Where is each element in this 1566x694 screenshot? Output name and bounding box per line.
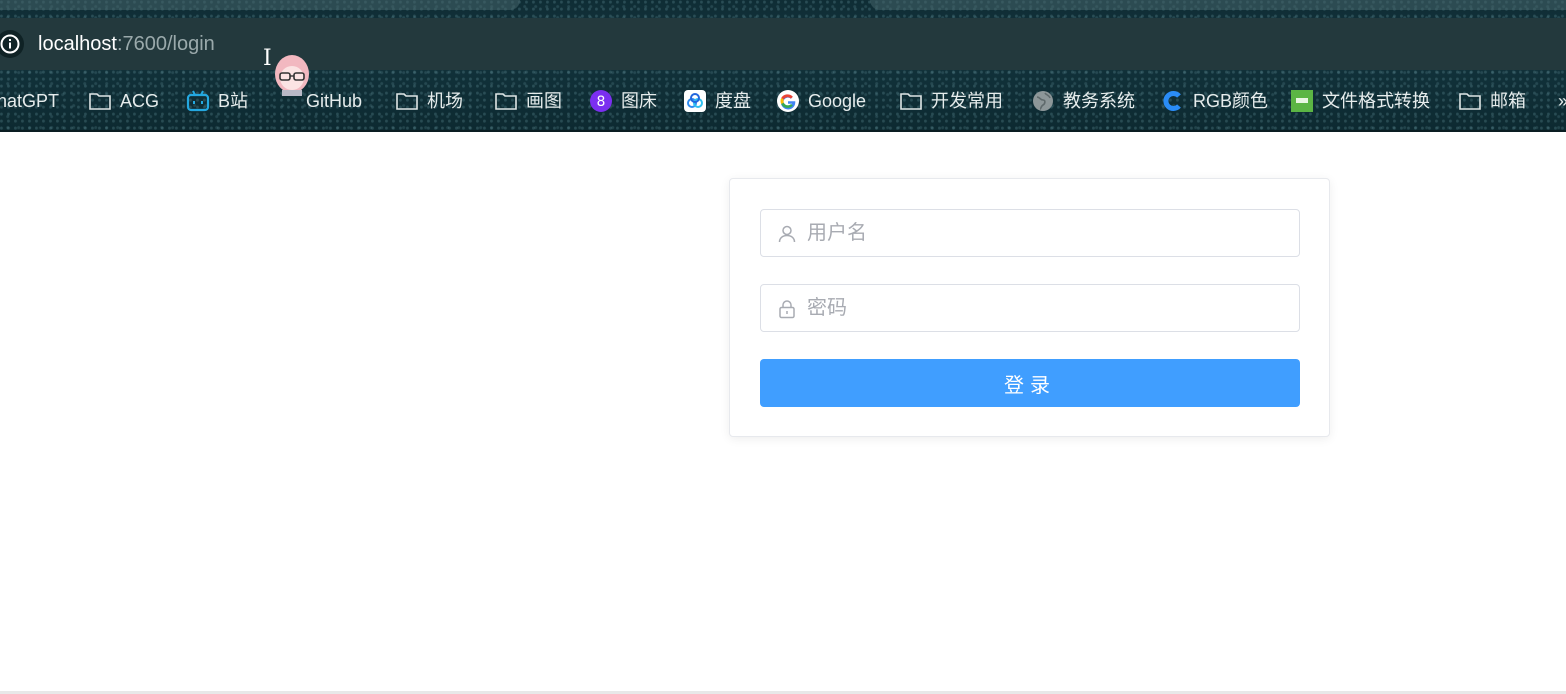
bookmark-chatgpt[interactable]: hatGPT bbox=[0, 84, 59, 118]
bookmark-mailbox[interactable]: 邮箱 bbox=[1458, 84, 1526, 118]
bookmark-drawing[interactable]: 画图 bbox=[494, 84, 562, 118]
bookmark-github[interactable]: GitHub bbox=[274, 84, 362, 118]
green-square-icon bbox=[1290, 89, 1314, 113]
svg-text:8: 8 bbox=[597, 94, 606, 110]
bookmark-label: hatGPT bbox=[0, 91, 60, 111]
bookmark-label: RGB颜色 bbox=[1193, 91, 1269, 111]
browser-chrome: localhost:7600/login I hatGPT ACG B站 Git… bbox=[0, 0, 1566, 132]
url-path: :7600/login bbox=[116, 33, 215, 55]
bookmark-label: 画图 bbox=[526, 91, 562, 111]
user-icon bbox=[778, 225, 796, 243]
username-input[interactable] bbox=[807, 210, 1287, 256]
bookmark-acg[interactable]: ACG bbox=[88, 84, 159, 118]
bookmark-label: ACG bbox=[120, 91, 160, 111]
bookmarks-overflow-button[interactable]: » bbox=[1558, 84, 1566, 118]
purple-badge-icon: 8 bbox=[589, 89, 613, 113]
password-field[interactable] bbox=[760, 284, 1300, 332]
bookmark-label: Google bbox=[808, 91, 867, 111]
bilibili-icon bbox=[186, 89, 210, 113]
folder-icon bbox=[395, 89, 419, 113]
baidu-pan-icon bbox=[683, 89, 707, 113]
bookmark-label: 图床 bbox=[621, 91, 657, 111]
tab-active[interactable] bbox=[0, 0, 520, 10]
bookmarks-bar: hatGPT ACG B站 GitHub 机场 画图 8 图床 度盘 Googl… bbox=[0, 84, 1566, 118]
google-icon bbox=[776, 89, 800, 113]
login-button[interactable]: 登录 bbox=[760, 359, 1300, 407]
username-field[interactable] bbox=[760, 209, 1300, 257]
login-card: 登录 bbox=[729, 178, 1330, 437]
address-bar[interactable]: localhost:7600/login bbox=[0, 18, 1566, 70]
tab-inactive[interactable] bbox=[870, 0, 1566, 10]
bookmark-image-host[interactable]: 8 图床 bbox=[589, 84, 657, 118]
tab-strip bbox=[0, 0, 1566, 18]
bookmark-label: B站 bbox=[218, 91, 249, 111]
bookmark-academic-system[interactable]: 教务系统 bbox=[1031, 84, 1135, 118]
c-logo-icon bbox=[1161, 89, 1185, 113]
bookmark-label: 教务系统 bbox=[1063, 91, 1135, 111]
password-input[interactable] bbox=[807, 285, 1287, 331]
folder-icon bbox=[494, 89, 518, 113]
text-cursor-icon: I bbox=[263, 46, 272, 71]
url-host: localhost bbox=[38, 33, 117, 55]
url-text[interactable]: localhost:7600/login bbox=[38, 31, 215, 57]
lock-icon bbox=[779, 300, 795, 319]
site-info-icon[interactable] bbox=[0, 30, 24, 58]
folder-icon bbox=[88, 89, 112, 113]
github-icon bbox=[274, 89, 298, 113]
bookmark-google[interactable]: Google bbox=[776, 84, 866, 118]
folder-icon bbox=[1458, 89, 1482, 113]
bookmark-label: 机场 bbox=[427, 91, 463, 111]
bookmark-label: 开发常用 bbox=[931, 91, 1003, 111]
bookmark-bilibili[interactable]: B站 bbox=[186, 84, 248, 118]
bookmark-label: 邮箱 bbox=[1490, 91, 1526, 111]
overflow-chevron-icon: » bbox=[1558, 84, 1566, 118]
folder-icon bbox=[899, 89, 923, 113]
bookmark-dev-common[interactable]: 开发常用 bbox=[899, 84, 1003, 118]
bookmark-file-converter[interactable]: 文件格式转换 bbox=[1290, 84, 1430, 118]
bookmark-rgb-color[interactable]: RGB颜色 bbox=[1161, 84, 1268, 118]
bookmark-label: GitHub bbox=[306, 91, 363, 111]
bookmark-label: 文件格式转换 bbox=[1322, 91, 1430, 111]
globe-icon bbox=[1031, 89, 1055, 113]
bookmark-label: 度盘 bbox=[715, 91, 751, 111]
bookmark-airport[interactable]: 机场 bbox=[395, 84, 463, 118]
bookmark-baidu-pan[interactable]: 度盘 bbox=[683, 84, 751, 118]
